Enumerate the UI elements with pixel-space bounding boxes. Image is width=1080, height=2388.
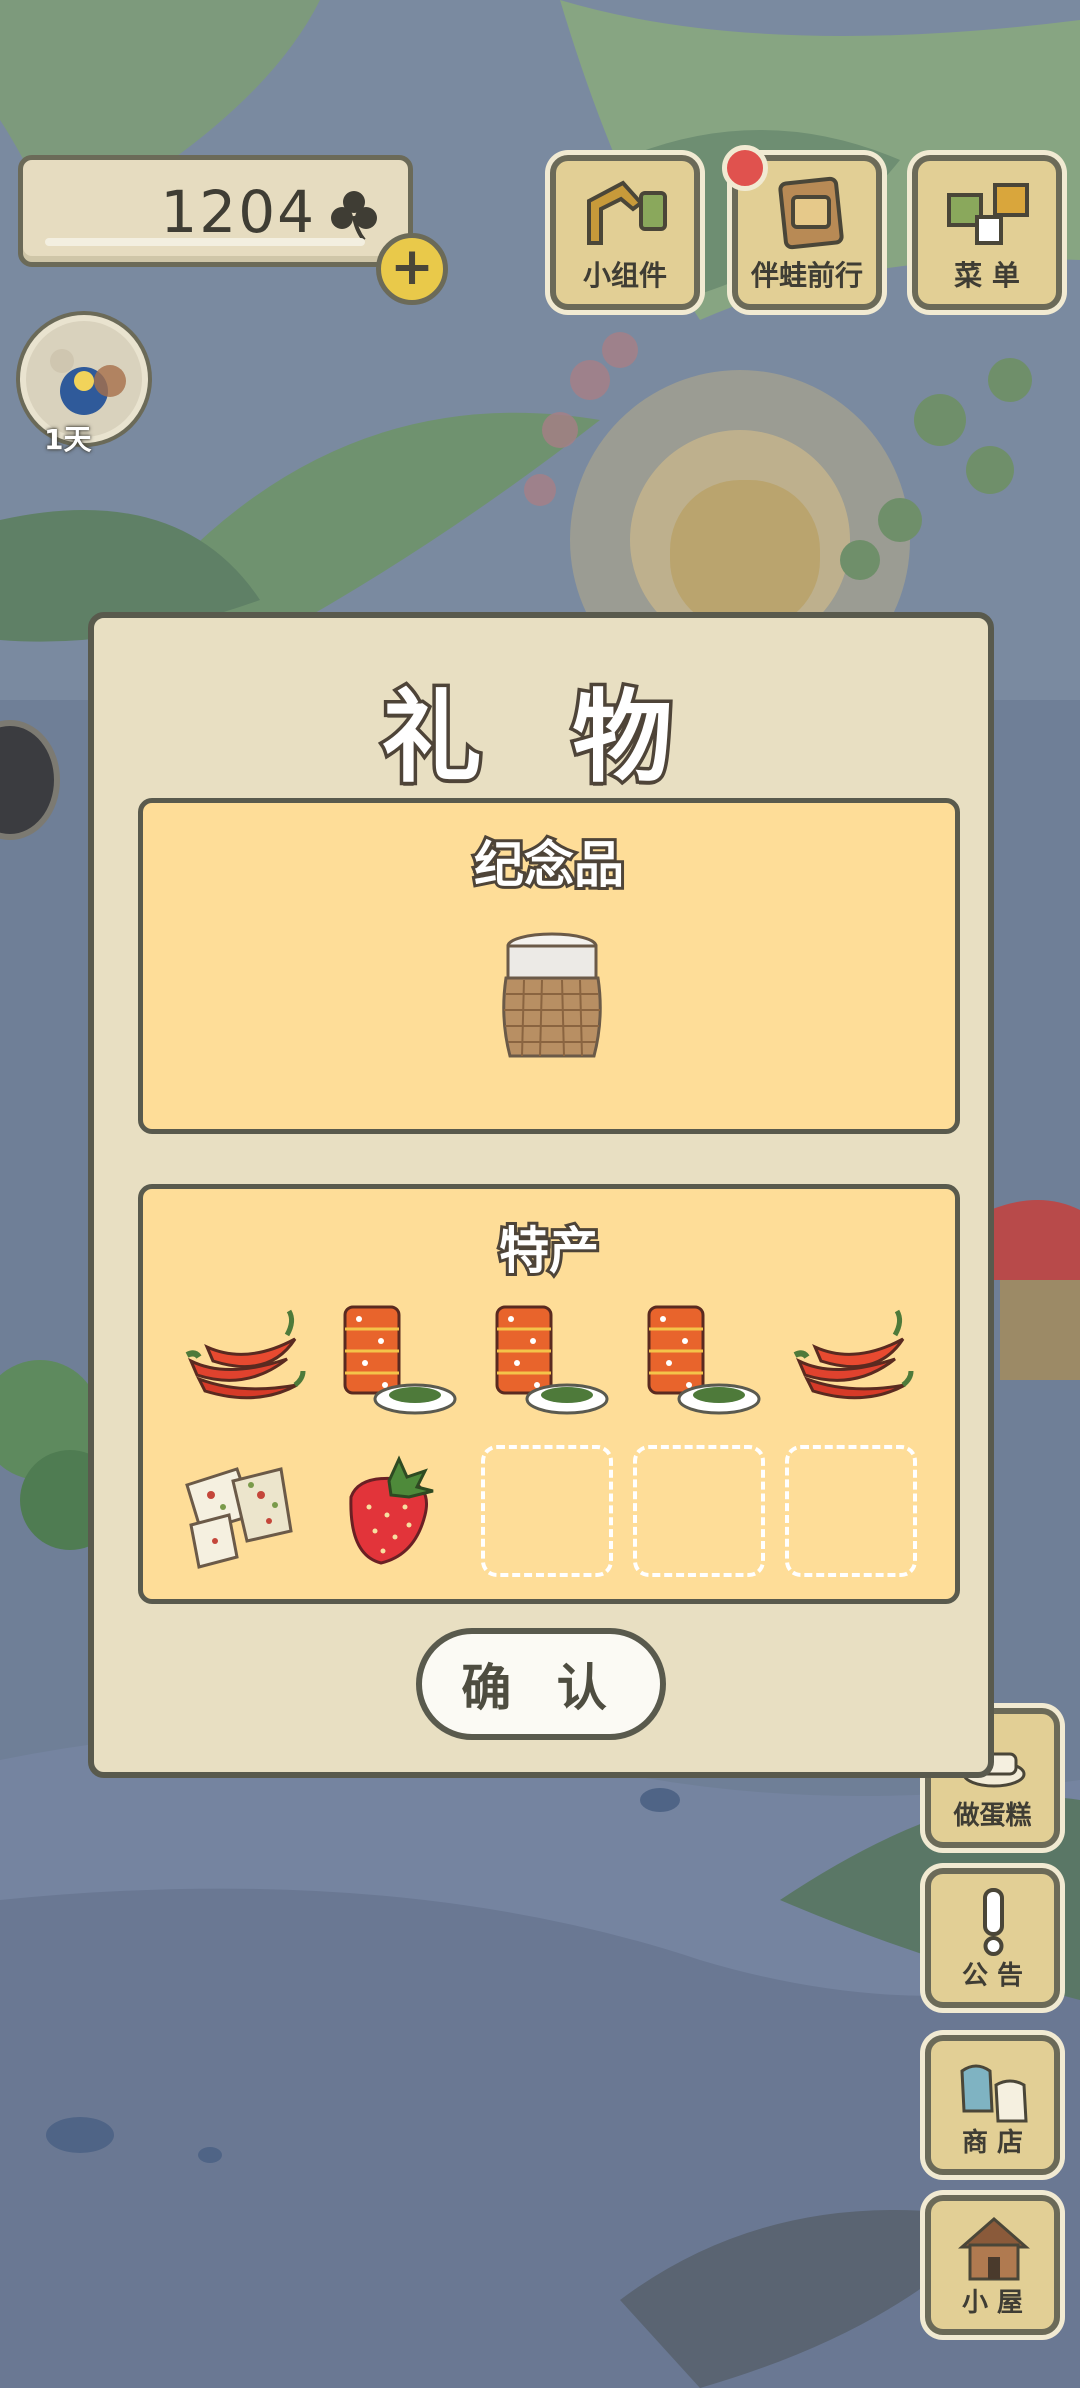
canned-food-item[interactable]: [329, 1299, 461, 1431]
house-label: 小 屋: [961, 2288, 1024, 2318]
visitor-days: 1天: [44, 423, 92, 456]
menu-label: 菜 单: [954, 259, 1020, 292]
plus-icon: +: [390, 237, 434, 297]
photo-album-icon: [778, 176, 844, 250]
notice-label: 公 告: [961, 1961, 1024, 1991]
souvenir-title: 纪念品: [471, 833, 627, 897]
gift-dialog: 礼 物 纪念品 特产 确 认: [88, 612, 994, 1778]
canned-food-icon: [343, 1305, 457, 1415]
nougat-item[interactable]: [177, 1445, 309, 1577]
house-button[interactable]: 小 屋: [925, 2195, 1060, 2335]
house-icon: [958, 2217, 1030, 2281]
strawberry-icon: [349, 1455, 434, 1565]
specialty-panel: 特产: [138, 1184, 960, 1604]
shop-button[interactable]: 商 店: [925, 2035, 1060, 2175]
notification-dot: [722, 145, 768, 191]
clover-count: 1204: [160, 178, 316, 246]
dialog-title: 礼 物: [378, 676, 701, 800]
confirm-label: 确 认: [461, 1659, 621, 1717]
canned-food-icon: [495, 1305, 609, 1415]
shop-label: 商 店: [961, 2128, 1024, 2158]
chili-peppers-item[interactable]: [785, 1299, 917, 1431]
widget-icon: [587, 180, 667, 245]
empty-slot: [481, 1445, 613, 1577]
empty-slot: [785, 1445, 917, 1577]
journey-label: 伴蛙前行: [750, 259, 863, 292]
chili-peppers-icon: [793, 1309, 914, 1400]
exclamation-icon: [983, 1888, 1004, 1956]
strawberry-item[interactable]: [329, 1445, 461, 1577]
canned-food-item[interactable]: [633, 1299, 765, 1431]
widget-button[interactable]: 小组件: [550, 155, 700, 310]
bags-icon: [960, 2064, 1028, 2123]
clover-counter: 1204: [18, 155, 413, 267]
chili-peppers-item[interactable]: [177, 1299, 309, 1431]
specialty-title: 特产: [496, 1219, 602, 1283]
menu-button[interactable]: 菜 单: [912, 155, 1062, 310]
make-cake-label: 做蛋糕: [953, 1801, 1032, 1831]
confirm-button[interactable]: 确 认: [416, 1628, 666, 1740]
add-clover-button[interactable]: +: [376, 233, 448, 305]
nougat-icon: [185, 1467, 293, 1569]
wicker-cup-icon[interactable]: [500, 928, 604, 1068]
widget-label: 小组件: [582, 259, 667, 292]
clover-icon: [331, 191, 377, 242]
canned-food-item[interactable]: [481, 1299, 613, 1431]
empty-slot: [633, 1445, 765, 1577]
canned-food-icon: [647, 1305, 761, 1415]
notice-button[interactable]: 公 告: [925, 1868, 1060, 2008]
clover-bar: [45, 238, 365, 246]
chili-peppers-icon: [185, 1309, 306, 1400]
souvenir-panel: 纪念品: [138, 798, 960, 1134]
menu-icon: [947, 183, 1029, 245]
